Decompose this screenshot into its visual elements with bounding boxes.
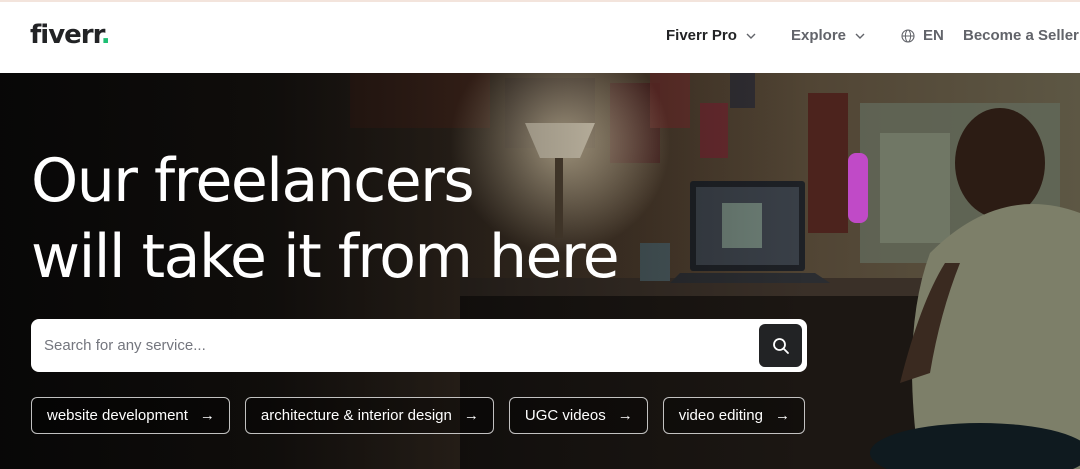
search-button[interactable] xyxy=(759,324,802,367)
arrow-right-icon: → xyxy=(617,407,633,424)
chip-label: video editing xyxy=(678,407,763,424)
nav-fiverr-pro-label: Fiverr Pro xyxy=(666,27,737,44)
logo-text: fiverr xyxy=(30,20,102,50)
hero-headline-line1: Our freelancers xyxy=(31,146,475,216)
nav-become-seller-label: Become a Seller xyxy=(963,27,1079,44)
chip-ugc-videos[interactable]: UGC videos → xyxy=(508,397,648,434)
fiverr-logo[interactable]: fiverr. xyxy=(30,20,111,50)
nav-become-seller[interactable]: Become a Seller xyxy=(963,27,1079,44)
nav-language[interactable]: EN xyxy=(901,27,944,44)
chip-website-development[interactable]: website development → xyxy=(31,397,230,434)
nav-explore-label: Explore xyxy=(791,27,847,44)
hero-section: Our freelancers will take it from here w… xyxy=(0,73,1080,469)
chip-architecture-interior-design[interactable]: architecture & interior design → xyxy=(244,397,494,434)
nav-language-label: EN xyxy=(923,27,944,44)
hero-headline-line2: will take it from here xyxy=(31,222,620,292)
arrow-right-icon: → xyxy=(774,407,790,424)
chip-label: website development xyxy=(47,407,188,424)
globe-icon xyxy=(901,28,915,43)
site-header: fiverr. Fiverr Pro Explore EN Become a S… xyxy=(0,2,1080,73)
chip-label: UGC videos xyxy=(524,407,606,424)
chevron-down-icon xyxy=(855,33,865,39)
chip-label: architecture & interior design xyxy=(260,407,452,424)
arrow-right-icon: → xyxy=(199,407,215,424)
chip-video-editing[interactable]: video editing → xyxy=(662,397,805,434)
search-bar xyxy=(31,319,807,372)
hero-headline: Our freelancers will take it from here xyxy=(31,143,731,295)
logo-dot: . xyxy=(100,20,111,50)
search-input[interactable] xyxy=(44,337,744,354)
chevron-down-icon xyxy=(746,33,756,39)
nav-explore[interactable]: Explore xyxy=(791,27,866,44)
arrow-right-icon: → xyxy=(463,407,479,424)
search-icon xyxy=(772,337,789,354)
popular-searches: website development → architecture & int… xyxy=(31,397,820,434)
nav-fiverr-pro[interactable]: Fiverr Pro xyxy=(666,27,757,44)
